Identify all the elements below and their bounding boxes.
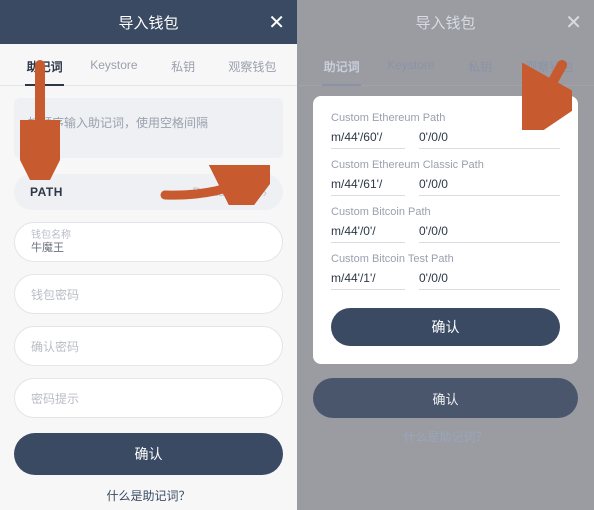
path-suffix-input[interactable]: 0'/0/0: [419, 130, 560, 149]
mnemonic-input[interactable]: 按顺序输入助记词，使用空格间隔: [14, 98, 283, 158]
password-hint-placeholder: 密码提示: [31, 390, 266, 407]
section-title: Custom Ethereum Path: [331, 112, 560, 124]
path-current: Default Path ›: [193, 185, 267, 200]
right-screen: 导入钱包 ✕ 助记词 Keystore 私钥 观察钱包 Custom Ether…: [297, 0, 594, 510]
mnemonic-placeholder: 按顺序输入助记词，使用空格间隔: [28, 116, 208, 130]
path-prefix: m/44'/61'/: [331, 177, 405, 196]
tab-keystore: Keystore: [376, 44, 445, 85]
section-title: Custom Ethereum Classic Path: [331, 159, 560, 171]
tab-strip-dim: 助记词 Keystore 私钥 观察钱包: [297, 44, 594, 86]
path-prefix: m/44'/60'/: [331, 130, 405, 149]
wallet-name-value: 牛魔王: [31, 242, 266, 254]
password-placeholder: 钱包密码: [31, 286, 266, 303]
tab-privatekey: 私钥: [446, 44, 515, 85]
modal-confirm-button[interactable]: 确认: [331, 308, 560, 346]
tab-keystore[interactable]: Keystore: [79, 44, 148, 85]
password-hint-field[interactable]: 密码提示: [14, 378, 283, 418]
path-label: PATH: [30, 185, 63, 199]
help-link-dim: 什么是助记词？: [297, 418, 594, 449]
page-title: 导入钱包: [118, 12, 178, 33]
confirm-button-dim: 确认: [313, 378, 578, 418]
tab-watch[interactable]: 观察钱包: [218, 44, 287, 85]
close-icon[interactable]: ✕: [565, 0, 582, 44]
tab-strip: 助记词 Keystore 私钥 观察钱包: [0, 44, 297, 86]
chevron-right-icon: ›: [263, 185, 267, 200]
path-selector[interactable]: PATH Default Path ›: [14, 174, 283, 210]
tab-privatekey[interactable]: 私钥: [149, 44, 218, 85]
path-suffix-input[interactable]: 0'/0/0: [419, 177, 560, 196]
modal-overlay: 导入钱包 ✕ 助记词 Keystore 私钥 观察钱包 Custom Ether…: [297, 0, 594, 510]
tab-watch: 观察钱包: [515, 44, 584, 85]
path-suffix-input[interactable]: 0'/0/0: [419, 224, 560, 243]
titlebar: 导入钱包 ✕: [0, 0, 297, 44]
path-suffix-input[interactable]: 0'/0/0: [419, 271, 560, 290]
section-title: Custom Bitcoin Path: [331, 206, 560, 218]
wallet-name-label: 钱包名称: [31, 230, 266, 241]
path-modal: Custom Ethereum Path m/44'/60'/ 0'/0/0 C…: [313, 96, 578, 364]
section-title: Custom Bitcoin Test Path: [331, 253, 560, 265]
password-field[interactable]: 钱包密码: [14, 274, 283, 314]
password-confirm-field[interactable]: 确认密码: [14, 326, 283, 366]
path-row-btc-test: m/44'/1'/ 0'/0/0: [331, 271, 560, 290]
confirm-button[interactable]: 确认: [14, 433, 283, 475]
close-icon[interactable]: ✕: [268, 0, 285, 44]
left-screen: 导入钱包 ✕ 助记词 Keystore 私钥 观察钱包 按顺序输入助记词，使用空…: [0, 0, 297, 510]
help-link[interactable]: 什么是助记词？: [0, 475, 297, 510]
path-prefix: m/44'/0'/: [331, 224, 405, 243]
path-row-eth: m/44'/60'/ 0'/0/0: [331, 130, 560, 149]
path-row-btc: m/44'/0'/ 0'/0/0: [331, 224, 560, 243]
form-area: 按顺序输入助记词，使用空格间隔 PATH Default Path › 钱包名称…: [0, 86, 297, 419]
page-title: 导入钱包: [415, 12, 475, 33]
titlebar-dim: 导入钱包 ✕: [297, 0, 594, 44]
path-row-etc: m/44'/61'/ 0'/0/0: [331, 177, 560, 196]
tab-mnemonic[interactable]: 助记词: [10, 44, 79, 85]
path-prefix: m/44'/1'/: [331, 271, 405, 290]
wallet-name-field[interactable]: 钱包名称 牛魔王: [14, 222, 283, 262]
password-confirm-placeholder: 确认密码: [31, 338, 266, 355]
tab-mnemonic: 助记词: [307, 44, 376, 85]
